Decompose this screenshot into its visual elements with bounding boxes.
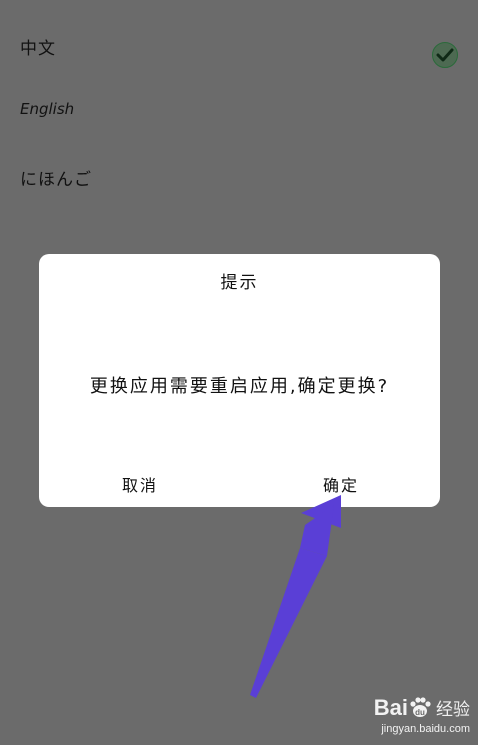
- confirm-button[interactable]: 确定: [323, 472, 359, 496]
- language-label: English: [20, 100, 75, 118]
- paw-icon: du: [410, 697, 431, 717]
- watermark-brand-cn: 经验: [436, 700, 470, 720]
- language-item-japanese[interactable]: にほんご: [0, 143, 478, 207]
- watermark-brand: Bai: [373, 695, 408, 720]
- language-item-chinese[interactable]: 中文: [0, 12, 478, 76]
- baidu-jingyan-watermark: Bai du 经验 jingyan.baidu.com: [374, 695, 470, 735]
- watermark-url: jingyan.baidu.com: [381, 723, 470, 735]
- cancel-button[interactable]: 取消: [122, 472, 158, 496]
- dialog-message: 更换应用需要重启应用,确定更换?: [89, 376, 390, 397]
- watermark-logo: Bai du 经验: [374, 695, 470, 721]
- dialog-title: 提示: [220, 273, 259, 293]
- confirm-dialog: 提示 更换应用需要重启应用,确定更换? 取消 确定: [39, 254, 440, 507]
- language-item-english[interactable]: English: [0, 78, 478, 142]
- language-label: 中文: [20, 39, 56, 59]
- watermark-brand-suffix: du: [415, 708, 425, 717]
- language-label: にほんご: [20, 170, 92, 190]
- language-settings-screen: 中文 English にほんご 提示 更换应用需要重启应用,确定更换? 取消 确…: [0, 0, 478, 745]
- check-icon: [432, 42, 458, 68]
